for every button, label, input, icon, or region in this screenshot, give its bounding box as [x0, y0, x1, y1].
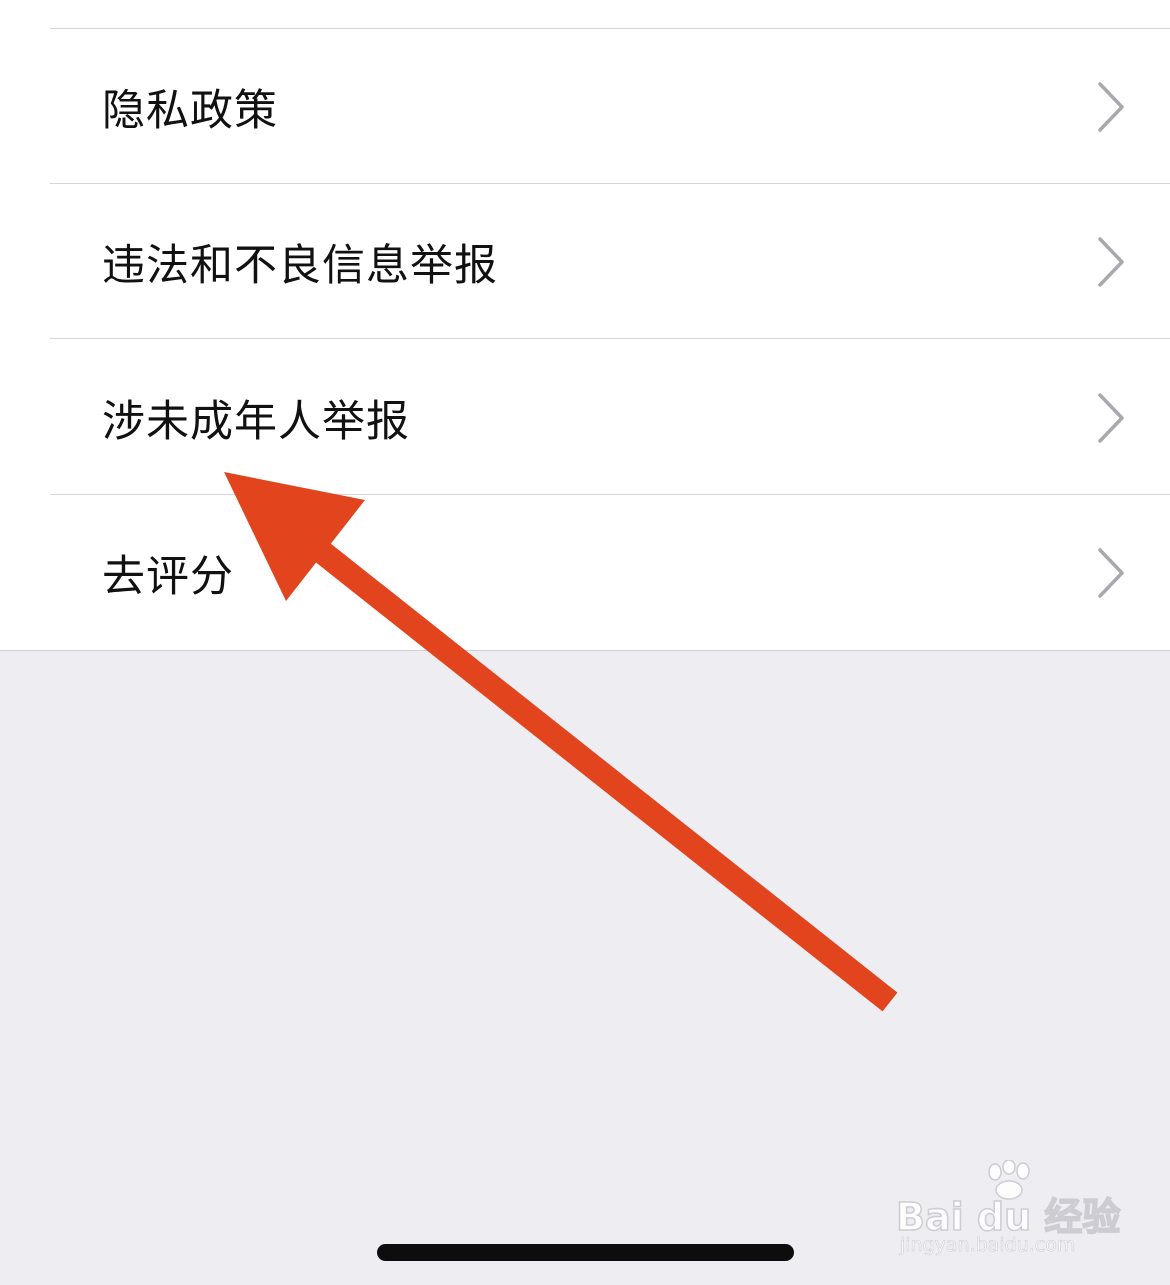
list-item-illegal-info-report[interactable]: 违法和不良信息举报	[0, 184, 1170, 339]
list-item-rate-app[interactable]: 去评分	[0, 495, 1170, 650]
divider	[50, 338, 1170, 339]
chevron-right-icon	[1098, 81, 1124, 132]
list-item-privacy-policy[interactable]: 隐私政策	[0, 29, 1170, 184]
list-item-label: 违法和不良信息举报	[102, 240, 498, 291]
watermark-url: jingyan.baidu.com	[900, 1234, 1076, 1257]
list-item-label: 去评分	[102, 551, 234, 602]
chevron-right-icon	[1098, 392, 1124, 443]
home-indicator[interactable]	[377, 1244, 794, 1261]
baidu-jingyan-watermark: Bai du 经验 jingyan.baidu.com	[895, 1160, 1146, 1260]
list-item-label: 隐私政策	[102, 85, 278, 136]
settings-list: 隐私政策 违法和不良信息举报 涉未成年人举报 去评分	[0, 0, 1170, 651]
chevron-right-icon	[1098, 547, 1124, 598]
list-item-label: 涉未成年人举报	[102, 396, 410, 447]
list-item-minor-report[interactable]: 涉未成年人举报	[0, 340, 1170, 495]
chevron-right-icon	[1098, 236, 1124, 287]
watermark-logo-text: Bai du 经验	[895, 1194, 1121, 1240]
